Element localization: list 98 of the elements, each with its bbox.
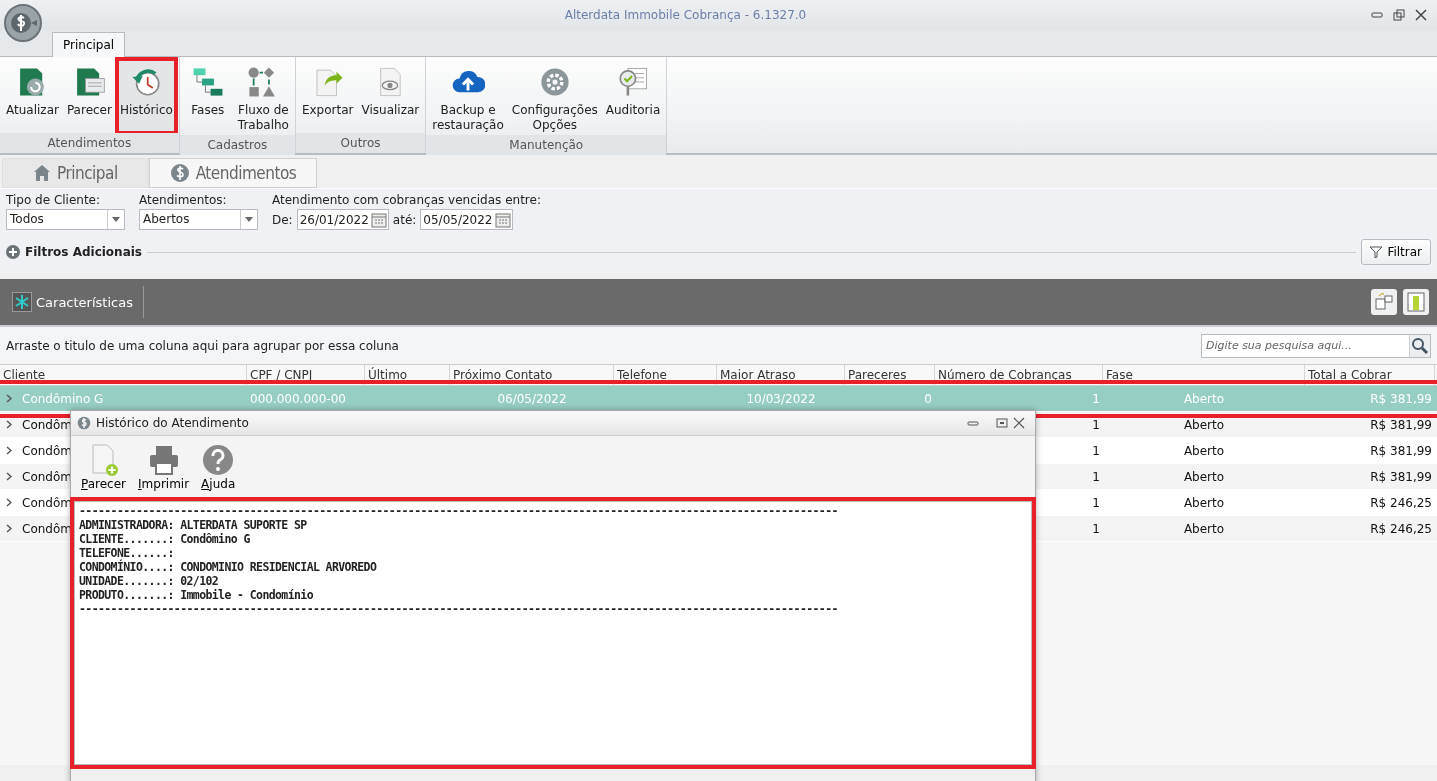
field-label: Tipo de Cliente: bbox=[6, 193, 102, 207]
expand-icon[interactable] bbox=[6, 420, 12, 429]
dollar-icon bbox=[77, 416, 91, 430]
table-cell: Aberto bbox=[1183, 469, 1225, 484]
document-tab[interactable]: Principal bbox=[2, 158, 149, 188]
group-label: Cadastros bbox=[179, 135, 295, 155]
table-cell: Condômino G bbox=[22, 391, 104, 406]
toolbar-button[interactable]: Ajuda bbox=[197, 441, 240, 493]
magnifier-check-icon bbox=[616, 65, 650, 99]
history-line: UNIDADE.......: 02/102 bbox=[79, 574, 219, 588]
table-cell: 1 bbox=[1092, 521, 1100, 536]
expand-icon[interactable] bbox=[6, 472, 12, 481]
additional-filters-toggle[interactable]: Filtros Adicionais bbox=[25, 245, 142, 259]
table-cell: Aberto bbox=[1183, 495, 1225, 510]
ribbon-button[interactable]: Exportar bbox=[298, 59, 357, 133]
toolbar-button[interactable]: Imprimir bbox=[134, 441, 194, 493]
history-line: TELEFONE......: bbox=[79, 546, 174, 560]
group-label: Manutenção bbox=[426, 135, 667, 155]
characteristics-button[interactable]: Características bbox=[36, 294, 139, 310]
table-cell: Aberto bbox=[1183, 443, 1225, 458]
document-tab[interactable]: Atendimentos bbox=[148, 158, 318, 188]
table-cell: R$ 381,99 bbox=[1370, 391, 1432, 406]
table-cell: Condôm bbox=[22, 469, 72, 484]
table-cell: 1 bbox=[1092, 417, 1100, 432]
minimize-icon[interactable] bbox=[967, 419, 979, 427]
table-cell: R$ 381,99 bbox=[1370, 443, 1432, 458]
ribbon-button[interactable]: Parecer bbox=[63, 59, 115, 133]
caret-icon bbox=[112, 217, 120, 222]
date-field[interactable]: 05/05/2022 bbox=[420, 209, 513, 230]
ribbon-tab[interactable]: Principal bbox=[52, 32, 126, 57]
field-label: De: bbox=[272, 212, 293, 227]
search-field[interactable]: Digite sua pesquisa aqui... bbox=[1201, 333, 1431, 358]
table-cell: 10/03/2022 bbox=[746, 391, 816, 406]
history-line: CONDOMÍNIO....: CONDOMINIO RESIDENCIAL ARVOREDO bbox=[79, 560, 377, 574]
history-line: ------------------------------------------------------------------------------------------------------------------------ bbox=[79, 602, 838, 616]
table-cell: Aberto bbox=[1183, 521, 1225, 536]
history-line: CLIENTE.......: Condômino G bbox=[79, 532, 250, 546]
restore-icon[interactable] bbox=[1393, 9, 1405, 21]
field-label: Atendimentos: bbox=[139, 193, 228, 207]
ribbon-button[interactable]: Atualizar bbox=[3, 59, 62, 133]
dialog-title: Histórico do Atendimento bbox=[96, 416, 249, 430]
client-type-dropdown[interactable]: Todos bbox=[6, 209, 125, 230]
column-chooser-icon[interactable] bbox=[1371, 289, 1397, 315]
group-label: Outros bbox=[295, 133, 426, 153]
asterisk-icon[interactable] bbox=[12, 292, 32, 312]
field-label: até: bbox=[392, 212, 417, 227]
ribbon-button[interactable]: Visualizar bbox=[358, 59, 423, 133]
home-icon bbox=[33, 164, 51, 182]
plus-icon[interactable] bbox=[6, 245, 20, 259]
expand-icon[interactable] bbox=[6, 498, 12, 507]
table-cell: 000.000.000-00 bbox=[250, 391, 346, 406]
table-cell: 1 bbox=[1092, 391, 1100, 406]
table-cell: 1 bbox=[1092, 495, 1100, 510]
table-cell: Condôm bbox=[22, 495, 72, 510]
minimize-icon[interactable] bbox=[1371, 11, 1383, 19]
calendar-icon bbox=[494, 211, 511, 228]
table-cell: 0 bbox=[924, 391, 932, 406]
table-cell: Condôm bbox=[22, 443, 72, 458]
ribbon-button[interactable]: Fases bbox=[182, 59, 233, 135]
table-cell: 06/05/2022 bbox=[497, 391, 567, 406]
expand-icon[interactable] bbox=[6, 446, 12, 455]
close-icon[interactable] bbox=[1013, 417, 1025, 429]
group-hint: Arraste o titulo de uma coluna aqui para agrupar por essa coluna bbox=[6, 338, 400, 353]
table-cell: Condôm bbox=[22, 417, 72, 432]
group-label: Atendimentos bbox=[0, 133, 179, 153]
filter-button[interactable]: Filtrar bbox=[1361, 239, 1431, 265]
calendar-icon bbox=[370, 211, 387, 228]
table-cell: R$ 381,99 bbox=[1370, 417, 1432, 432]
table-cell: R$ 381,99 bbox=[1370, 469, 1432, 484]
table-cell: R$ 246,25 bbox=[1370, 521, 1432, 536]
dollar-icon bbox=[169, 163, 190, 183]
toolbar-button[interactable]: Parecer bbox=[77, 441, 131, 493]
ribbon-button[interactable]: Auditoria bbox=[602, 59, 664, 135]
ribbon-button[interactable]: Configurações Opções bbox=[508, 59, 601, 135]
ribbon-button[interactable]: Backup e restauração bbox=[429, 59, 507, 135]
field-label: Atendimento com cobranças vencidas entre: bbox=[272, 193, 541, 207]
ribbon-button[interactable]: Histórico bbox=[116, 59, 176, 133]
help-icon bbox=[201, 443, 236, 477]
history-line: PRODUTO.......: Immobile - Condomínio bbox=[79, 588, 313, 602]
status-dropdown[interactable]: Abertos bbox=[139, 209, 258, 230]
restore-icon[interactable] bbox=[996, 418, 1008, 428]
search-icon bbox=[1411, 336, 1429, 355]
history-line: ADMINISTRADORA: ALTERDATA SUPORTE SP bbox=[79, 518, 307, 532]
close-icon[interactable] bbox=[1415, 9, 1427, 21]
table-cell: Aberto bbox=[1183, 417, 1225, 432]
ribbon-button[interactable]: Fluxo de Trabalho bbox=[234, 59, 292, 135]
expand-icon[interactable] bbox=[6, 524, 12, 533]
expand-icon[interactable] bbox=[6, 394, 12, 403]
table-cell: 1 bbox=[1092, 469, 1100, 484]
table-cell: Condôm bbox=[22, 521, 72, 536]
filter-icon bbox=[1370, 246, 1383, 258]
date-field[interactable]: 26/01/2022 bbox=[296, 209, 389, 230]
table-cell: 1 bbox=[1092, 443, 1100, 458]
window-title: Alterdata Immobile Cobrança - 6.1327.0 bbox=[563, 8, 808, 22]
table-cell: Aberto bbox=[1183, 391, 1225, 406]
history-line: ------------------------------------------------------------------------------------------------------------------------ bbox=[79, 504, 838, 518]
table-cell: R$ 246,25 bbox=[1370, 495, 1432, 510]
caret-icon bbox=[245, 217, 253, 222]
